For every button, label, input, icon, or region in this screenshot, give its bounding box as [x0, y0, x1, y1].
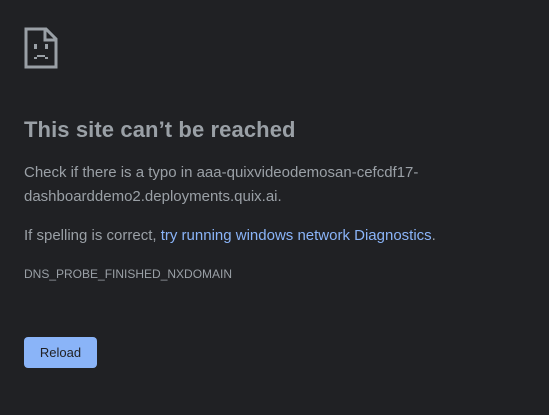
diagnostics-link[interactable]: try running windows network Diagnostics	[161, 227, 432, 244]
typo-prefix: Check if there is a typo in	[24, 164, 197, 181]
reload-button[interactable]: Reload	[24, 337, 97, 368]
spelling-prefix: If spelling is correct,	[24, 227, 161, 244]
spelling-message: If spelling is correct, try running wind…	[24, 224, 436, 248]
spelling-suffix: .	[431, 227, 436, 244]
error-code: DNS_PROBE_FINISHED_NXDOMAIN	[24, 267, 233, 281]
page-title: This site can’t be reached	[24, 117, 296, 142]
sad-page-icon	[24, 27, 58, 69]
typo-message: Check if there is a typo in aaa-quixvide…	[24, 161, 444, 209]
typo-suffix: .	[277, 188, 282, 205]
